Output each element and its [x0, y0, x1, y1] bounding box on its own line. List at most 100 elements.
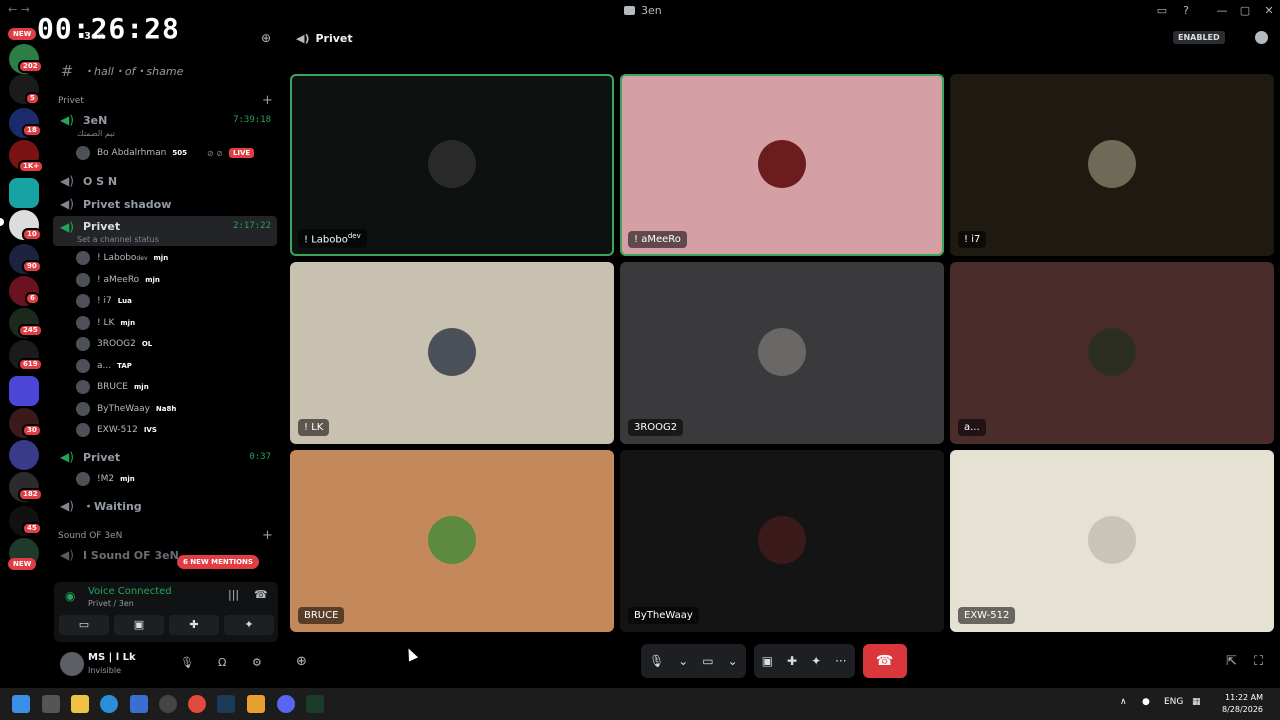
chevron-down-icon[interactable]: ⌄: [678, 654, 688, 668]
language-indicator[interactable]: ENG: [1164, 697, 1183, 707]
server-folder-icon[interactable]: [9, 376, 39, 406]
back-forward-icon[interactable]: ← →: [8, 3, 30, 16]
participant-tile[interactable]: ! LK: [290, 262, 614, 444]
start-icon[interactable]: [12, 695, 30, 713]
edge-icon[interactable]: [100, 695, 118, 713]
mention-badge: 45: [22, 522, 42, 535]
participant-tile[interactable]: ! i7: [950, 74, 1274, 256]
participant-tile[interactable]: 3ROOG2: [620, 262, 944, 444]
category-privet[interactable]: Privet: [58, 96, 84, 106]
voice-member[interactable]: ! Labobo dev mjn: [76, 249, 168, 267]
text-channel[interactable]: # ・hall・of・shame: [53, 60, 277, 82]
camera-off-icon[interactable]: ▭: [702, 654, 713, 668]
mic-icon[interactable]: 🎙: [649, 654, 664, 668]
participant-tile[interactable]: BRUCE: [290, 450, 614, 632]
avatar: [76, 251, 90, 265]
avatar: [428, 140, 476, 188]
participant-tile[interactable]: EXW-512: [950, 450, 1274, 632]
new-mentions-pill[interactable]: 6 NEW MENTIONS: [177, 555, 259, 569]
muted-icon: ⊘ ⊘: [207, 148, 223, 158]
voice-member[interactable]: ! i7 Lua: [76, 292, 132, 310]
maximize-button[interactable]: ▢: [1237, 3, 1253, 19]
username[interactable]: MS | l Lk: [88, 652, 136, 663]
create-channel-icon[interactable]: +: [262, 528, 273, 543]
voice-member[interactable]: 3ROOG2 OL: [76, 335, 152, 353]
avatar: [428, 328, 476, 376]
title-bar: ← → 3en ▭ ? — ▢ ✕: [0, 0, 1280, 22]
chevron-down-icon[interactable]: ⌄: [728, 654, 738, 668]
participant-tile[interactable]: ByTheWaay: [620, 450, 944, 632]
chat-icon[interactable]: [1255, 31, 1268, 44]
camera-button[interactable]: ▭: [59, 615, 109, 635]
discord-icon[interactable]: [277, 695, 295, 713]
category-sound[interactable]: Sound OF 3eN: [58, 531, 122, 541]
server-icon[interactable]: [9, 440, 39, 470]
create-channel-icon[interactable]: +: [262, 93, 273, 108]
voice-channel-waiting[interactable]: ◀) ・Waiting: [53, 495, 277, 517]
voice-member[interactable]: BRUCE mjn: [76, 378, 149, 396]
participant-tile[interactable]: a...: [950, 262, 1274, 444]
tray-overflow-icon[interactable]: ∧: [1120, 697, 1127, 707]
disconnect-button[interactable]: ☎: [862, 644, 907, 678]
activities-button[interactable]: ✚: [169, 615, 219, 635]
avatar[interactable]: [60, 652, 84, 676]
voice-member[interactable]: ! LK mjn: [76, 314, 135, 332]
app-icon[interactable]: [306, 695, 324, 713]
voice-location[interactable]: Privet / 3en: [88, 599, 134, 608]
avatar: [76, 358, 90, 373]
file-explorer-icon[interactable]: [71, 695, 89, 713]
mention-badge: 1K+: [18, 160, 45, 173]
voice-member[interactable]: ByTheWaay Na8h: [76, 400, 176, 418]
network-icon[interactable]: ▦: [1192, 697, 1201, 707]
screenshare-icon[interactable]: ▣: [762, 654, 773, 668]
voice-member[interactable]: ! aMeeRo mjn: [76, 271, 160, 289]
screenshare-button[interactable]: ▣: [114, 615, 164, 635]
chrome-icon[interactable]: [188, 695, 206, 713]
help-icon[interactable]: ?: [1178, 3, 1194, 19]
enabled-badge[interactable]: ENABLED: [1173, 31, 1225, 44]
mic-icon[interactable]: 🎙: [180, 656, 194, 669]
disconnect-icon[interactable]: ☎: [254, 588, 268, 601]
inbox-icon[interactable]: ▭: [1154, 3, 1170, 19]
activities-icon[interactable]: ✚: [787, 654, 797, 668]
voice-channel-osn[interactable]: ◀) O S N: [53, 170, 277, 192]
settings-gear-icon[interactable]: ⚙: [252, 656, 262, 669]
voice-channel-privet-shadow[interactable]: ◀) Privet shadow: [53, 193, 277, 215]
soundboard-icon[interactable]: ✦: [811, 654, 821, 668]
minimize-button[interactable]: —: [1214, 3, 1230, 19]
server-folder-icon[interactable]: [9, 178, 39, 208]
store-icon[interactable]: [130, 695, 148, 713]
more-icon[interactable]: ···: [835, 654, 846, 668]
close-button[interactable]: ✕: [1261, 3, 1277, 19]
soundboard-button[interactable]: ✦: [224, 615, 274, 635]
speaker-icon: ◀): [60, 220, 74, 234]
app-icon[interactable]: [247, 695, 265, 713]
voice-status[interactable]: Voice Connected: [88, 586, 172, 597]
headphones-icon[interactable]: Ω: [218, 656, 226, 669]
signal-icon[interactable]: ◉: [65, 589, 75, 603]
soundboard-icon[interactable]: |||: [228, 588, 239, 601]
clock[interactable]: 11:22 AM 8/28/2026: [1222, 692, 1263, 716]
invite-icon[interactable]: ⊕: [261, 31, 275, 45]
mention-badge: 6: [25, 292, 40, 305]
voice-member[interactable]: a... TAP: [76, 357, 132, 375]
mic-icon[interactable]: ●: [1142, 697, 1150, 707]
window-title: 3en: [624, 4, 662, 17]
voice-member[interactable]: EXW-512 IVS: [76, 421, 157, 439]
participant-name: ! Labobodev: [298, 228, 367, 248]
participant-tile[interactable]: ! aMeeRo: [620, 74, 944, 256]
popout-icon[interactable]: ⇱: [1226, 654, 1237, 669]
voice-member[interactable]: Bo Abdalrhman 505 ⊘ ⊘ LIVE: [76, 144, 255, 162]
app-icon[interactable]: [159, 695, 177, 713]
voice-member[interactable]: !M2 mjn: [76, 470, 135, 488]
voice-channel-3en[interactable]: ◀) 3eN 7:39:18: [53, 109, 277, 131]
steam-icon[interactable]: [217, 695, 235, 713]
fullscreen-icon[interactable]: ⛶: [1254, 654, 1263, 669]
new-unreads-pill[interactable]: NEW: [8, 558, 37, 570]
voice-channel-privet-2[interactable]: ◀) Privet 0:37: [53, 446, 277, 468]
set-status-link[interactable]: Set a channel status: [77, 235, 159, 244]
new-unreads-pill[interactable]: NEW: [8, 28, 37, 40]
invite-icon[interactable]: ⊕: [296, 654, 307, 669]
task-view-icon[interactable]: [42, 695, 60, 713]
participant-tile[interactable]: ! Labobodev: [290, 74, 614, 256]
